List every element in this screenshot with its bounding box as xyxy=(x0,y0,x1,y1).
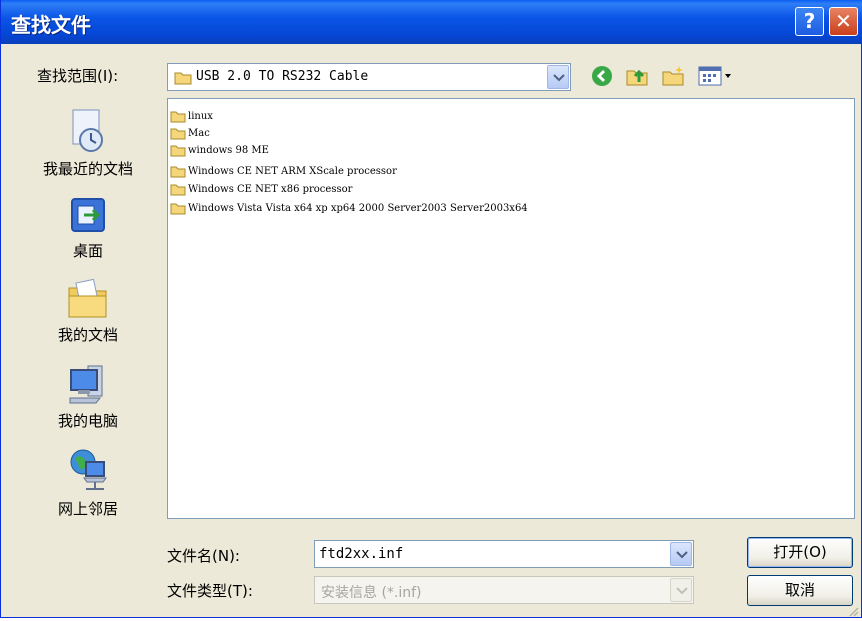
my-computer-icon xyxy=(69,365,103,404)
folder-icon xyxy=(170,203,186,214)
folder-icon xyxy=(170,184,186,195)
desktop-icon xyxy=(71,198,105,232)
place-desktop[interactable]: 桌面 xyxy=(23,196,153,261)
filetype-combo[interactable]: 安装信息 (*.inf) xyxy=(314,576,694,604)
resize-grip-icon[interactable] xyxy=(847,602,859,621)
list-item[interactable]: linux xyxy=(170,108,213,124)
folder-icon xyxy=(170,166,186,177)
places-bar: 我最近的文档 桌面 我的文档 我的电脑 网上邻居 xyxy=(23,98,153,536)
filename-dropdown-arrow[interactable] xyxy=(670,542,692,566)
filetype-value: 安装信息 (*.inf) xyxy=(321,585,422,601)
lookin-dropdown-arrow[interactable] xyxy=(547,65,569,89)
list-item[interactable]: windows 98 ME xyxy=(170,142,269,158)
filename-label: 文件名(N): xyxy=(167,547,240,565)
folder-icon xyxy=(170,111,186,122)
place-my-documents[interactable]: 我的文档 xyxy=(23,278,153,345)
filename-input[interactable]: ftd2xx.inf xyxy=(319,546,403,562)
close-button[interactable]: ✕ xyxy=(829,7,858,36)
place-network-places[interactable]: 网上邻居 xyxy=(23,448,153,519)
list-item[interactable]: Windows CE NET x86 processor xyxy=(170,181,352,197)
lookin-value: USB 2.0 TO RS232 Cable xyxy=(196,69,369,84)
filename-combo[interactable]: ftd2xx.inf xyxy=(314,540,694,568)
lookin-label: 查找范围(I): xyxy=(37,67,119,85)
place-label: 我的文档 xyxy=(57,326,118,344)
folder-icon xyxy=(174,70,192,89)
open-button[interactable]: 打开(O) xyxy=(747,537,853,568)
find-file-dialog: 查找文件 ? ✕ 查找范围(I): USB 2.0 TO RS232 Cable xyxy=(0,0,862,618)
my-documents-icon xyxy=(68,278,107,318)
lookin-combo[interactable]: USB 2.0 TO RS232 Cable xyxy=(167,63,571,91)
new-folder-icon[interactable] xyxy=(661,64,685,92)
filetype-label: 文件类型(T): xyxy=(167,582,253,600)
place-label: 我最近的文档 xyxy=(42,160,133,178)
up-folder-icon[interactable] xyxy=(625,64,649,92)
place-label: 网上邻居 xyxy=(57,500,118,518)
title-bar[interactable]: 查找文件 ? ✕ xyxy=(1,0,862,44)
folder-icon xyxy=(170,128,186,139)
chevron-down-icon xyxy=(676,551,688,559)
view-menu-icon[interactable] xyxy=(698,66,734,90)
place-label: 桌面 xyxy=(72,242,103,260)
back-icon[interactable] xyxy=(591,65,613,91)
window-title: 查找文件 xyxy=(11,13,91,37)
recent-documents-icon xyxy=(72,109,103,152)
chevron-down-icon xyxy=(676,587,688,595)
chevron-down-icon xyxy=(553,74,565,82)
place-my-computer[interactable]: 我的电脑 xyxy=(23,362,153,431)
filetype-dropdown-arrow[interactable] xyxy=(670,578,692,602)
folder-icon xyxy=(170,145,186,156)
place-label: 我的电脑 xyxy=(57,412,118,430)
cancel-button[interactable]: 取消 xyxy=(747,575,853,606)
list-item[interactable]: Mac xyxy=(170,125,210,141)
network-places-icon xyxy=(70,449,107,490)
list-item[interactable]: Windows CE NET ARM XScale processor xyxy=(170,163,397,179)
place-recent-documents[interactable]: 我最近的文档 xyxy=(23,108,153,179)
help-button[interactable]: ? xyxy=(795,7,824,36)
file-list[interactable]: linux Mac windows 98 ME Windows CE NET A… xyxy=(167,98,855,519)
list-item[interactable]: Windows Vista Vista x64 xp xp64 2000 Ser… xyxy=(170,200,528,216)
